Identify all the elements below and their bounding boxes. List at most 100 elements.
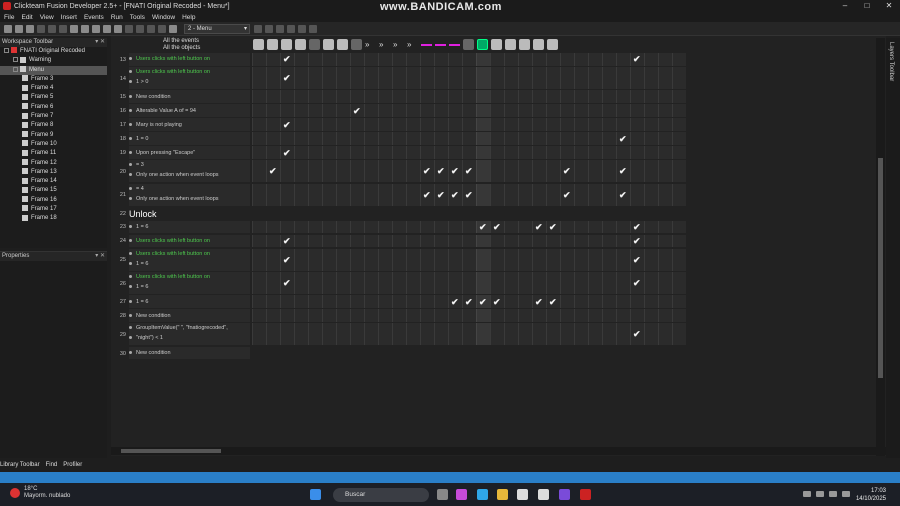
event-row[interactable]: 28 New condition — [111, 309, 886, 323]
condition-line[interactable]: Only one action when event loops — [129, 196, 250, 202]
event-row[interactable]: 26 Users clicks with left button on 1 = 6 ✔… — [111, 272, 886, 295]
condition-line[interactable]: New condition — [129, 94, 250, 100]
object-icon[interactable] — [323, 39, 334, 50]
checkmark-icon[interactable]: ✔ — [619, 167, 627, 176]
fusion-icon[interactable] — [559, 489, 570, 500]
event-row[interactable]: 24 Users clicks with left button on ✔ ✔ — [111, 234, 886, 249]
menu-edit[interactable]: Edit — [21, 14, 32, 21]
checkmark-icon[interactable]: ✔ — [269, 167, 277, 176]
tree-item[interactable]: Frame 3 — [0, 75, 107, 84]
tree-item[interactable]: Frame 8 — [0, 121, 107, 130]
condition-line[interactable]: 1 = 6 — [129, 284, 250, 290]
condition-line[interactable]: 1 = 6 — [129, 299, 250, 305]
action-grid[interactable] — [252, 309, 686, 323]
menu-insert[interactable]: Insert — [61, 14, 77, 21]
action-grid[interactable]: ✔ ✔ — [252, 53, 686, 67]
checkmark-icon[interactable]: ✔ — [465, 297, 473, 307]
tab-find[interactable]: Find — [46, 462, 58, 468]
group-title[interactable]: Unlock — [129, 209, 157, 219]
checkmark-icon[interactable]: ✔ — [451, 190, 459, 200]
event-row[interactable]: 14 Users clicks with left button on 1 > 0 ✔ — [111, 67, 886, 90]
tree-item[interactable]: Frame 17 — [0, 205, 107, 214]
copy-icon[interactable] — [48, 24, 56, 33]
tree-item[interactable]: Frame 12 — [0, 158, 107, 168]
start-icon[interactable] — [310, 489, 321, 500]
condition-line[interactable]: Users clicks with left button on — [129, 251, 250, 257]
vertical-scroll-thumb[interactable] — [878, 158, 883, 378]
checkmark-icon[interactable]: ✔ — [283, 279, 291, 288]
explorer-icon[interactable] — [497, 489, 508, 500]
menu-view[interactable]: View — [40, 14, 54, 21]
object-icon[interactable]: » — [379, 39, 390, 50]
condition-line[interactable]: New condition — [129, 350, 250, 356]
checkmark-icon[interactable]: ✔ — [493, 297, 501, 307]
event-row[interactable]: 29 GroupItemValue(" ", "fnatiogrecoded", "… — [111, 323, 886, 347]
object-icon[interactable] — [337, 39, 348, 50]
clock[interactable]: 17:03 14/10/2025 — [856, 487, 886, 503]
object-icon[interactable] — [547, 39, 558, 50]
vertical-scrollbar[interactable] — [876, 38, 885, 456]
tree-item[interactable]: Frame 9 — [0, 131, 107, 140]
condition-line[interactable]: Upon pressing "Escape" — [129, 150, 250, 156]
event-row[interactable]: 30 New condition — [111, 346, 886, 361]
checkmark-icon[interactable]: ✔ — [283, 55, 291, 64]
action-grid[interactable]: ✔ ✔ ✔ ✔ ✔ — [252, 220, 686, 235]
event-row[interactable]: 16 Alterable Value A of = 94 ✔ — [111, 104, 886, 118]
cut-icon[interactable] — [37, 24, 45, 33]
next-frame-icon[interactable] — [265, 24, 273, 33]
panel-buttons[interactable]: ▾ ✕ — [95, 252, 105, 261]
help-icon[interactable] — [92, 24, 100, 33]
action-grid[interactable]: ✔ ✔ — [252, 234, 686, 249]
condition-line[interactable]: 1 > 0 — [129, 79, 250, 85]
menu-window[interactable]: Window — [152, 14, 175, 21]
app-icon[interactable] — [538, 489, 549, 500]
system-tray[interactable] — [798, 491, 850, 497]
maximize-button[interactable]: □ — [856, 0, 878, 12]
condition-line[interactable]: Users clicks with left button on — [129, 69, 250, 75]
checkmark-icon[interactable]: ✔ — [535, 222, 543, 232]
object-icon[interactable]: » — [365, 39, 376, 50]
tab-library-toolbar[interactable]: Library Toolbar — [0, 462, 40, 468]
select-icon[interactable] — [309, 24, 317, 33]
checkmark-icon[interactable]: ✔ — [451, 297, 459, 307]
task-view-icon[interactable] — [437, 489, 448, 500]
object-icon[interactable] — [295, 39, 306, 50]
event-row[interactable]: 18 1 = 0 ✔ — [111, 132, 886, 146]
event-row[interactable]: 20 = 3 Only one action when event loops ✔ ✔ ✔… — [111, 160, 886, 184]
layers-toolbar[interactable]: Layers Toolbar — [886, 38, 900, 458]
object-icon[interactable] — [477, 39, 488, 50]
object-icon[interactable]: » — [407, 39, 418, 50]
minimize-button[interactable]: – — [834, 0, 856, 12]
condition-line[interactable]: "night") < 1 — [129, 335, 250, 341]
condition-line[interactable]: Users clicks with left button on — [129, 56, 250, 62]
edge-icon[interactable] — [477, 489, 488, 500]
tree-item[interactable]: Warning — [0, 56, 107, 65]
checkmark-icon[interactable]: ✔ — [465, 167, 473, 176]
tree-item[interactable]: Frame 16 — [0, 196, 107, 205]
action-grid[interactable]: ✔ ✔ — [252, 272, 686, 295]
layout-icon[interactable] — [298, 24, 306, 33]
checkmark-icon[interactable]: ✔ — [493, 222, 501, 232]
frame-editor-icon[interactable] — [136, 24, 144, 33]
store-icon[interactable] — [517, 489, 528, 500]
menu-tools[interactable]: Tools — [130, 14, 145, 21]
condition-line[interactable]: Users clicks with left button on — [129, 274, 250, 280]
checkmark-icon[interactable]: ✔ — [633, 255, 641, 265]
event-row[interactable]: 25 Users clicks with left button on 1 = 6 ✔… — [111, 248, 886, 272]
bandicam-icon[interactable] — [580, 489, 591, 500]
battery-icon[interactable] — [842, 491, 850, 497]
menu-events[interactable]: Events — [84, 14, 104, 21]
checkmark-icon[interactable]: ✔ — [283, 74, 291, 83]
save-icon[interactable] — [26, 24, 34, 33]
event-row[interactable]: 15 New condition — [111, 90, 886, 104]
horizontal-scrollbar[interactable] — [111, 447, 886, 455]
tree-item[interactable]: Frame 15 — [0, 186, 107, 195]
checkmark-icon[interactable]: ✔ — [283, 255, 291, 265]
action-grid[interactable]: ✔ ✔ ✔ ✔ ✔ ✔ — [252, 183, 686, 207]
action-grid[interactable]: ✔ — [252, 323, 686, 347]
action-grid[interactable]: ✔ — [252, 132, 686, 146]
checkmark-icon[interactable]: ✔ — [423, 190, 431, 200]
close-button[interactable]: ✕ — [878, 0, 900, 12]
checkmark-icon[interactable]: ✔ — [619, 134, 627, 144]
prev-frame-icon[interactable] — [254, 24, 262, 33]
